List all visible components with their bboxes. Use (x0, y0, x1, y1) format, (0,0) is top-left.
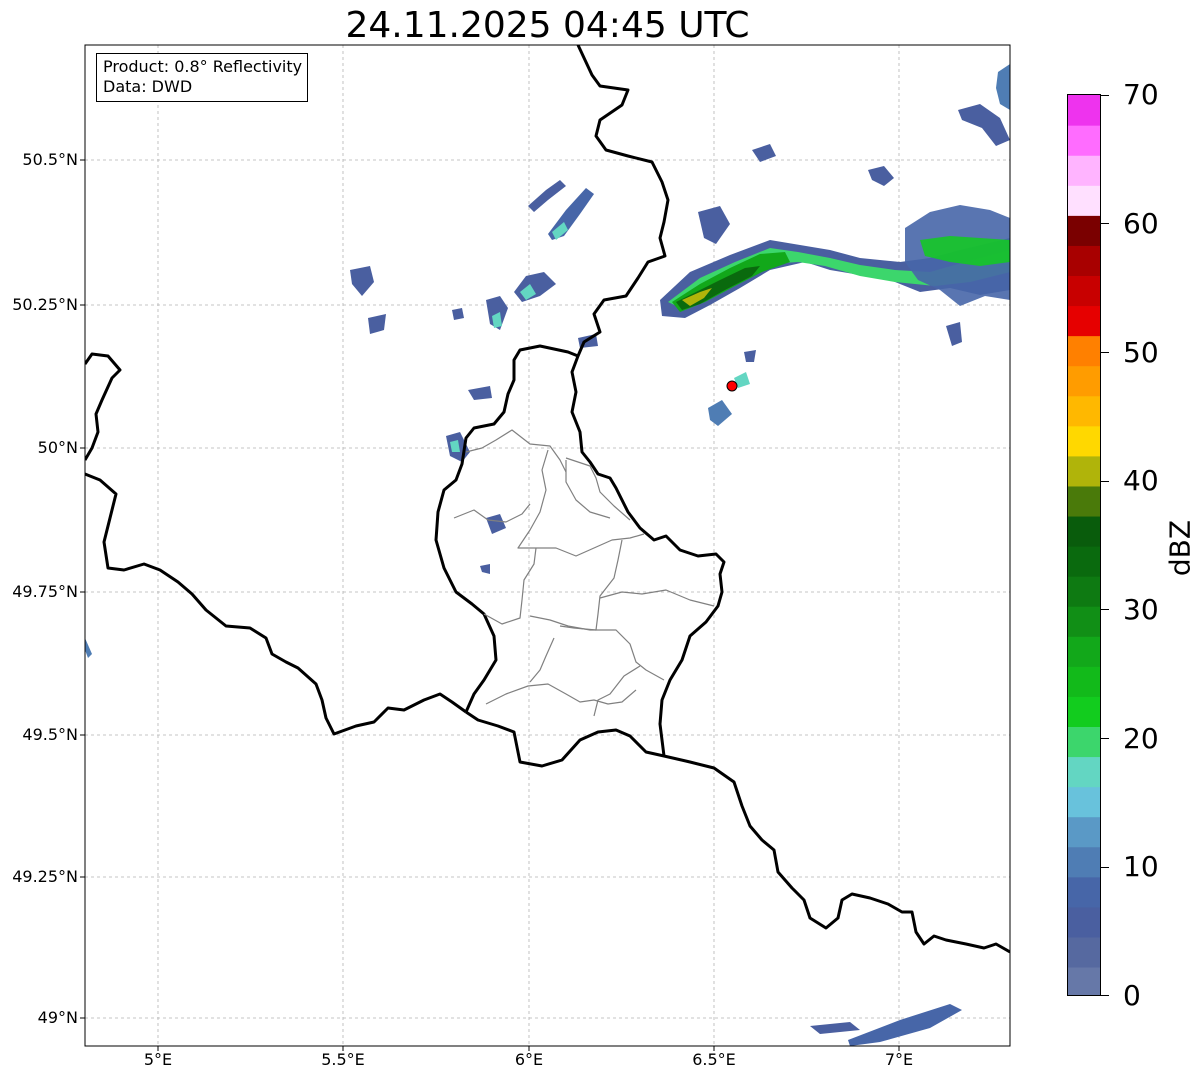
colorbar-segment (1068, 455, 1100, 487)
echo-left-5 (452, 308, 464, 320)
colorbar-segment (1068, 395, 1100, 427)
product-line: Product: 0.8° Reflectivity (103, 57, 303, 76)
colorbar-tick (1101, 481, 1109, 482)
lat-tick-label: 50.5°N (22, 150, 78, 169)
colorbar-tick-label: 0 (1123, 979, 1141, 1012)
colorbar-tick (1101, 352, 1109, 353)
colorbar-segment (1068, 485, 1100, 517)
lat-tick-label: 49°N (37, 1008, 78, 1027)
lon-tick-label: 6.5°E (692, 1050, 736, 1069)
lon-tick-label: 7°E (884, 1050, 914, 1069)
colorbar-tick-label: 30 (1123, 593, 1159, 626)
radar-map (80, 44, 1011, 1051)
colorbar-segment (1068, 546, 1100, 577)
colorbar-segment (1068, 846, 1100, 878)
lon-tick-label: 5°E (143, 1050, 173, 1069)
lat-tick-label: 50°N (37, 438, 78, 457)
colorbar-tick-label: 50 (1123, 336, 1159, 369)
colorbar-segment (1068, 816, 1100, 848)
colorbar-segment (1068, 576, 1100, 607)
colorbar-tick-label: 40 (1123, 464, 1159, 497)
colorbar-segment (1068, 245, 1100, 276)
radar-site-marker (726, 380, 738, 392)
colorbar-tick-label: 20 (1123, 722, 1159, 755)
data-source-line: Data: DWD (103, 77, 193, 96)
colorbar-segment (1068, 906, 1100, 938)
colorbar-segment (1068, 786, 1100, 818)
colorbar-segment (1068, 215, 1100, 246)
colorbar-segment (1068, 305, 1100, 337)
colorbar (1067, 94, 1101, 996)
colorbar-segment (1068, 936, 1100, 968)
colorbar-segment (1068, 365, 1100, 397)
colorbar-segment (1068, 155, 1100, 186)
lat-tick-label: 49.25°N (12, 867, 78, 886)
colorbar-tick (1101, 95, 1109, 96)
colorbar-segment (1068, 95, 1100, 126)
lat-tick-label: 49.75°N (12, 582, 78, 601)
colorbar-segment (1068, 425, 1100, 457)
colorbar-tick (1101, 738, 1109, 739)
colorbar-label: dBZ (1163, 519, 1197, 577)
colorbar-segment (1068, 275, 1100, 307)
colorbar-tick (1101, 995, 1109, 996)
colorbar-segment (1068, 666, 1100, 697)
colorbar-tick-label: 60 (1123, 207, 1159, 240)
colorbar-segment (1068, 636, 1100, 667)
colorbar-segment (1068, 335, 1100, 367)
colorbar-segment (1068, 696, 1100, 727)
colorbar-tick (1101, 223, 1109, 224)
lat-tick-label: 49.5°N (22, 725, 78, 744)
colorbar-segment (1068, 185, 1100, 216)
colorbar-segment (1068, 876, 1100, 908)
colorbar-segment (1068, 125, 1100, 156)
product-info-box: Product: 0.8° Reflectivity Data: DWD (96, 53, 309, 102)
colorbar-tick-label: 70 (1123, 78, 1159, 111)
colorbar-segment (1068, 726, 1100, 758)
colorbar-tick (1101, 609, 1109, 610)
echo-mid-3 (744, 350, 756, 362)
lon-tick-label: 5.5°E (321, 1050, 365, 1069)
colorbar-segment (1068, 756, 1100, 788)
lat-tick-label: 50.25°N (12, 295, 78, 314)
colorbar-tick-label: 10 (1123, 850, 1159, 883)
colorbar-tick (1101, 867, 1109, 868)
colorbar-segment (1068, 515, 1100, 547)
lon-tick-label: 6°E (514, 1050, 544, 1069)
colorbar-segment (1068, 966, 1100, 995)
colorbar-segment (1068, 606, 1100, 637)
